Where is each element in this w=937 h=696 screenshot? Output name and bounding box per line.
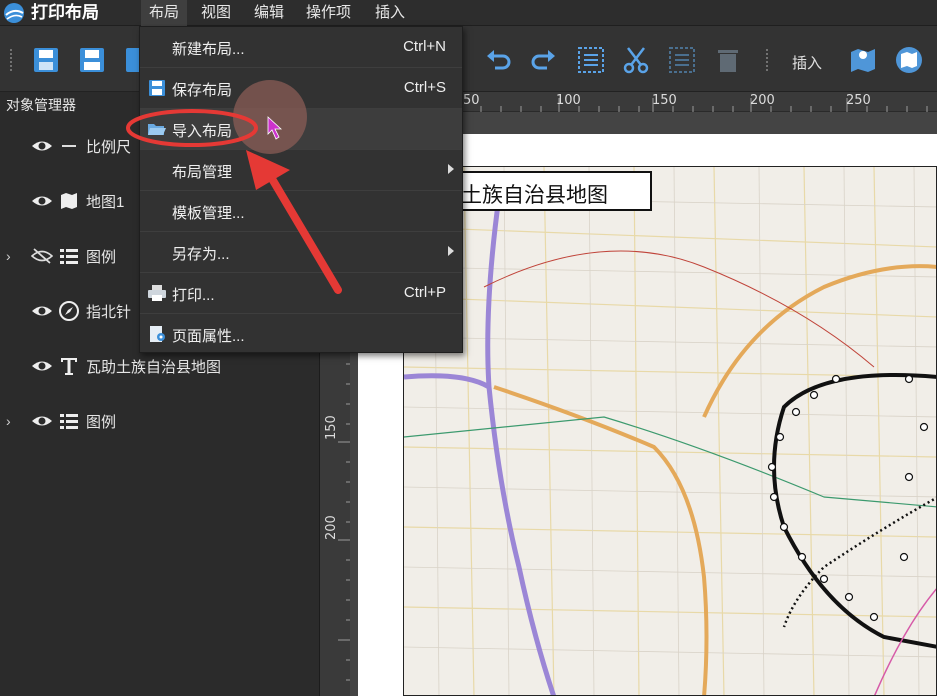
- horizontal-ruler-label: 150: [652, 93, 677, 108]
- submenu-arrow-icon: [448, 246, 454, 256]
- save-icon: [149, 80, 165, 96]
- tree-item-label: 指北针: [86, 304, 132, 321]
- menu-item-label: 另存为...: [172, 246, 230, 263]
- insert-north-arrow-icon: [896, 47, 922, 73]
- document-icon: [126, 48, 140, 72]
- menu-insert[interactable]: 插入: [367, 0, 413, 26]
- eye-icon[interactable]: [31, 412, 53, 430]
- toolbar-grip-2[interactable]: [765, 48, 769, 72]
- vertical-ruler-label: 150: [324, 415, 339, 440]
- redo-button[interactable]: [527, 44, 559, 76]
- tree-item-label: 瓦助土族自治县地图: [86, 359, 222, 376]
- deselect-icon: [669, 47, 695, 73]
- select-all-icon: [578, 47, 604, 73]
- compass-icon: [59, 301, 79, 321]
- cut-button[interactable]: [620, 44, 652, 76]
- select-all-button[interactable]: [575, 44, 607, 76]
- vertical-ruler-label: 200: [324, 515, 339, 540]
- menu-save-layout[interactable]: 保存布局 Ctrl+S: [140, 68, 462, 109]
- horizontal-ruler-label: 50: [463, 93, 480, 108]
- app-title: 打印布局: [31, 3, 99, 22]
- menu-layout[interactable]: 布局: [141, 0, 188, 26]
- save-icon: [80, 48, 104, 72]
- menu-item-label: 导入布局: [172, 123, 233, 140]
- map-icon: [61, 193, 77, 209]
- insert-map-button[interactable]: [847, 44, 879, 76]
- menu-item-label: 打印...: [172, 287, 215, 304]
- folder-open-icon: [148, 124, 166, 135]
- menu-view[interactable]: 视图: [193, 0, 239, 26]
- delete-button[interactable]: [712, 44, 744, 76]
- menu-item-shortcut: Ctrl+P: [403, 284, 446, 301]
- menu-item-label: 页面属性...: [172, 328, 245, 345]
- menu-item-label: 布局管理: [172, 164, 233, 181]
- eye-off-icon[interactable]: [31, 247, 53, 265]
- save-as-icon: [34, 48, 58, 72]
- text-icon: [61, 358, 77, 375]
- document-button[interactable]: [120, 44, 140, 76]
- delete-icon: [718, 50, 738, 72]
- menu-layout-management[interactable]: 布局管理: [140, 150, 462, 191]
- tree-item-label: 图例: [86, 249, 117, 266]
- horizontal-ruler-label: 200: [750, 93, 775, 108]
- menu-print[interactable]: 打印... Ctrl+P: [140, 273, 462, 314]
- menu-page-properties[interactable]: 页面属性...: [140, 314, 462, 355]
- city-map-graphic: [404, 167, 936, 695]
- map-title-box[interactable]: 土族自治县地图: [454, 171, 652, 211]
- insert-north-arrow-button[interactable]: [893, 44, 925, 76]
- menu-save-as[interactable]: 另存为...: [140, 232, 462, 273]
- map-title: 土族自治县地图: [461, 184, 608, 207]
- menu-new-layout[interactable]: 新建布局... Ctrl+N: [140, 27, 462, 68]
- eye-icon[interactable]: [31, 192, 53, 210]
- eye-icon[interactable]: [31, 302, 53, 320]
- scalebar-icon: [62, 145, 76, 147]
- eye-icon[interactable]: [31, 137, 53, 155]
- insert-map-icon: [851, 49, 875, 72]
- menu-item-label: 保存布局: [172, 82, 233, 99]
- chevron-right-icon[interactable]: ›: [6, 413, 18, 429]
- toolbar-grip[interactable]: [9, 48, 13, 72]
- panel-title: 对象管理器: [6, 97, 76, 113]
- eye-icon[interactable]: [31, 357, 53, 375]
- menu-operations[interactable]: 操作项: [298, 0, 359, 26]
- deselect-button[interactable]: [666, 44, 698, 76]
- globe-logo-icon: [4, 3, 24, 23]
- tree-item-label: 地图1: [86, 194, 125, 211]
- menu-edit[interactable]: 编辑: [246, 0, 292, 26]
- horizontal-ruler-label: 250: [846, 93, 871, 108]
- tree-item-label: 图例: [86, 414, 117, 431]
- submenu-arrow-icon: [448, 164, 454, 174]
- undo-button[interactable]: [483, 44, 515, 76]
- chevron-right-icon[interactable]: ›: [6, 248, 18, 264]
- insert-label: 插入: [792, 55, 823, 72]
- tree-item-label: 比例尺: [86, 139, 132, 156]
- page-properties-icon: [150, 326, 165, 342]
- menu-import-layout[interactable]: 导入布局: [140, 109, 462, 150]
- menu-item-shortcut: Ctrl+N: [403, 38, 446, 55]
- menu-bar: 打印布局 布局 视图 编辑 操作项 插入: [0, 0, 937, 26]
- list-icon: [60, 249, 78, 264]
- save-button[interactable]: [76, 44, 108, 76]
- redo-icon: [531, 50, 555, 70]
- menu-item-label: 模板管理...: [172, 205, 245, 222]
- list-icon: [60, 414, 78, 429]
- undo-icon: [487, 50, 511, 70]
- menu-template-management[interactable]: 模板管理...: [140, 191, 462, 232]
- menu-item-shortcut: Ctrl+S: [403, 79, 446, 96]
- printer-icon: [148, 285, 166, 301]
- layout-dropdown-menu: 新建布局... Ctrl+N 保存布局 Ctrl+S 导入布局 布局管理 模板管…: [139, 26, 463, 353]
- print-layout-window: 打印布局 布局 视图 编辑 操作项 插入 插入 对象管理器 比例尺 地图1 › …: [0, 0, 937, 696]
- menu-item-label: 新建布局...: [172, 41, 245, 58]
- horizontal-ruler-label: 100: [556, 93, 581, 108]
- tree-item-legend[interactable]: › 图例: [0, 403, 320, 439]
- cut-icon: [623, 47, 649, 74]
- map-frame[interactable]: [403, 166, 937, 696]
- save-as-button[interactable]: [30, 44, 62, 76]
